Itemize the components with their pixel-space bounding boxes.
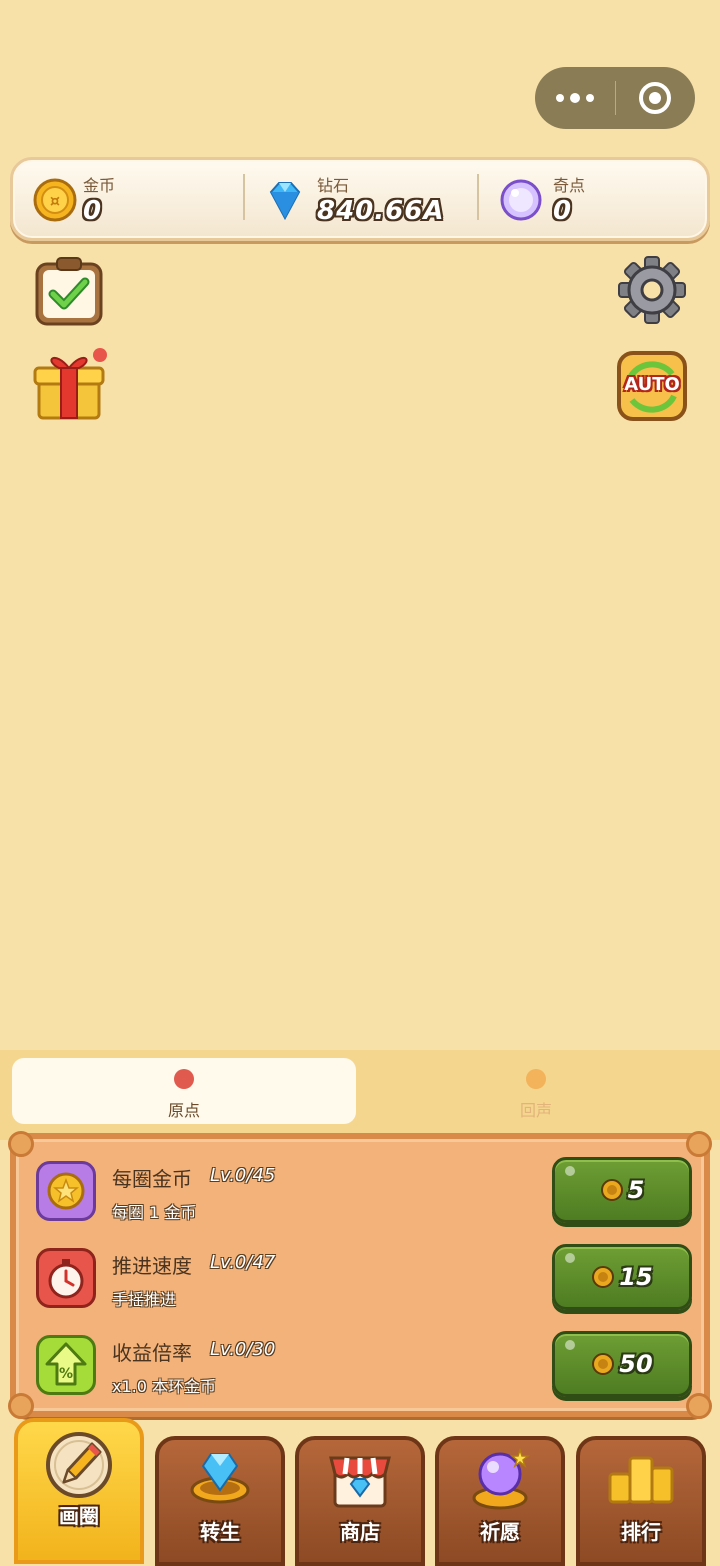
buy-cost: 50	[619, 1350, 653, 1378]
upgrade-desc: 手摇推进	[112, 1290, 177, 1309]
divider	[243, 174, 245, 220]
gold-coin-icon	[592, 1353, 615, 1375]
shop-icon	[329, 1456, 391, 1508]
panel-corner	[686, 1131, 712, 1157]
buy-button[interactable]: 15	[552, 1244, 692, 1310]
gold-coin-icon: ¤	[33, 178, 77, 222]
tab-origin[interactable]: 原点	[12, 1058, 356, 1124]
crystal-ball-icon	[472, 1447, 531, 1510]
buy-button[interactable]: 5	[552, 1157, 692, 1223]
upgrade-row: % 收益倍率 Lv.0/30 x1.0 本环金币 50	[36, 1331, 696, 1403]
buy-cost: 5	[627, 1176, 645, 1204]
buy-button[interactable]: 50	[552, 1331, 692, 1397]
podium-icon	[608, 1456, 674, 1504]
gift-button[interactable]	[33, 346, 107, 420]
target-circle-icon[interactable]	[615, 67, 695, 129]
nav-draw-circle[interactable]: 画圈	[14, 1418, 144, 1564]
diamond-icon	[263, 178, 307, 222]
nav-label: 排行	[621, 1520, 661, 1544]
resource-diamond: 钻石 840.66A	[249, 170, 479, 230]
upgrade-desc: 每圈 1 金币	[112, 1203, 197, 1222]
auto-button[interactable]: AUTO	[616, 350, 688, 422]
upgrade-panel: 每圈金币 Lv.0/45 每圈 1 金币 5 推进速度 Lv.0/47 手摇推进…	[8, 1131, 712, 1419]
gear-icon	[618, 256, 686, 324]
panel-corner	[8, 1131, 34, 1157]
panel-corner	[8, 1393, 34, 1419]
resource-value: 840.66A	[317, 196, 445, 226]
upgrade-row: 推进速度 Lv.0/47 手摇推进 15	[36, 1244, 696, 1316]
resource-label: 金币	[83, 176, 116, 195]
purple-orb-icon	[499, 178, 543, 222]
resource-singularity: 奇点 0	[483, 170, 703, 230]
upgrade-level: Lv.0/30	[210, 1339, 276, 1360]
settings-button[interactable]	[616, 254, 688, 326]
tab-dot	[526, 1069, 546, 1089]
button-gloss	[565, 1253, 575, 1263]
tab-dot	[174, 1069, 194, 1089]
tab-strip: 原点 回声	[0, 1050, 720, 1140]
resource-bar: ¤ 金币 0 钻石 840.66A 奇点 0	[10, 157, 710, 241]
svg-text:¤: ¤	[50, 191, 60, 210]
nav-wish[interactable]: 祈愿	[435, 1436, 565, 1566]
divider	[477, 174, 479, 220]
clipboard-check-icon	[35, 257, 103, 326]
upgrade-name: 推进速度	[112, 1254, 192, 1278]
upgrade-row: 每圈金币 Lv.0/45 每圈 1 金币 5	[36, 1157, 696, 1229]
resource-gold: ¤ 金币 0	[13, 170, 243, 230]
upgrade-name: 收益倍率	[112, 1341, 192, 1365]
resource-label: 钻石	[317, 176, 350, 195]
diamond-ring-icon	[190, 1453, 250, 1504]
tab-echo[interactable]: 回声	[364, 1058, 708, 1124]
nav-label: 祈愿	[480, 1520, 520, 1544]
upgrade-desc: x1.0 本环金币	[112, 1377, 217, 1396]
auto-label: AUTO	[624, 374, 680, 395]
gold-coin-icon	[592, 1266, 615, 1288]
resource-value: 0	[83, 196, 103, 226]
button-gloss	[565, 1340, 575, 1350]
coin-star-icon	[36, 1161, 96, 1221]
upgrade-level: Lv.0/47	[210, 1252, 276, 1273]
nav-shop[interactable]: 商店	[295, 1436, 425, 1566]
svg-text:%: %	[59, 1366, 73, 1382]
resource-value: 0	[553, 196, 573, 226]
more-dots-icon[interactable]	[535, 67, 615, 129]
upgrade-name: 每圈金币	[112, 1167, 192, 1191]
nav-label: 转生	[200, 1520, 240, 1544]
bottom-nav: 画圈 转生 商店 祈愿 排行	[0, 1418, 720, 1566]
tab-label: 回声	[519, 1101, 552, 1120]
buy-cost: 15	[619, 1263, 653, 1291]
nav-rebirth[interactable]: 转生	[155, 1436, 285, 1566]
tasks-button[interactable]	[33, 256, 105, 328]
upgrade-level: Lv.0/45	[210, 1165, 276, 1186]
nav-label: 画圈	[59, 1504, 99, 1528]
tab-label: 原点	[167, 1101, 200, 1120]
button-gloss	[565, 1166, 575, 1176]
percent-arrow-icon: %	[36, 1335, 96, 1395]
nav-label: 商店	[340, 1520, 380, 1544]
miniprogram-capsule	[535, 67, 695, 129]
pencil-circle-icon	[46, 1432, 112, 1498]
gold-coin-icon	[600, 1179, 623, 1201]
nav-ranking[interactable]: 排行	[576, 1436, 706, 1566]
resource-label: 奇点	[553, 176, 586, 195]
stopwatch-icon	[36, 1248, 96, 1308]
notification-dot	[93, 348, 107, 362]
